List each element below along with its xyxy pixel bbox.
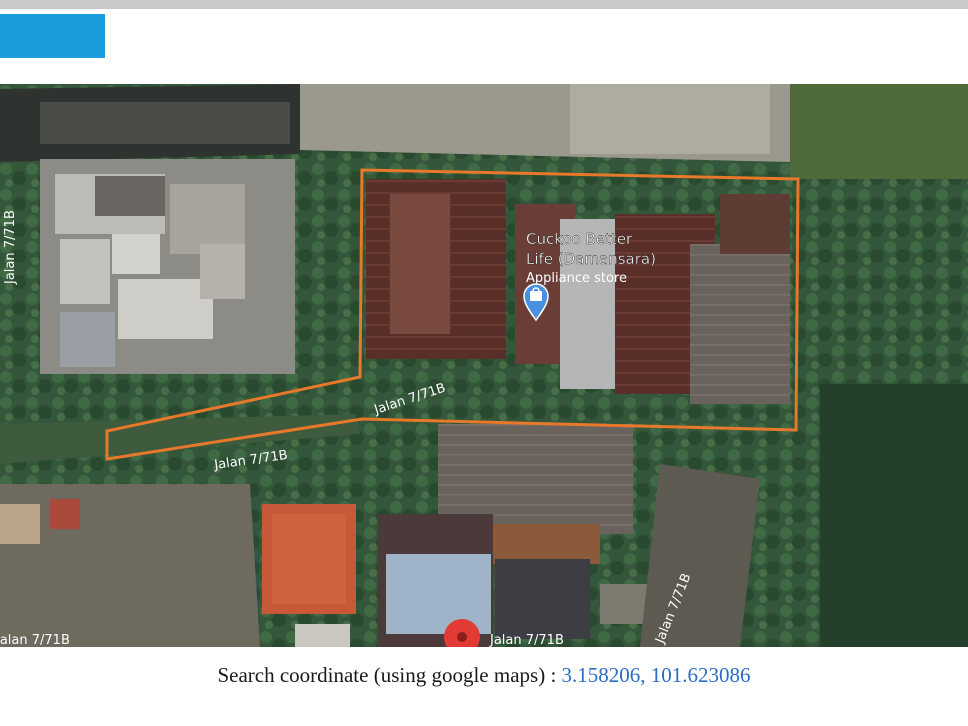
field	[790, 84, 968, 179]
road-surface	[40, 102, 290, 144]
coordinate-caption: Search coordinate (using google maps) : …	[0, 663, 968, 688]
place-name[interactable]: Cuckoo Better	[526, 230, 633, 248]
road-label: Jalan 7/71B	[3, 210, 18, 285]
side-road	[640, 464, 760, 647]
tab-button[interactable]	[0, 14, 105, 58]
concrete-yard-2	[570, 84, 770, 154]
factory-roof-4	[690, 244, 790, 404]
place-category: Appliance store	[526, 271, 627, 286]
blue-roof	[386, 554, 491, 634]
map-canvas: Jalan 7/71B Jalan 7/71B Jalan 7/71B Jala…	[0, 84, 968, 647]
coordinate-value: 3.158206, 101.623086	[561, 663, 751, 687]
road-label: Jalan 7/71B	[489, 633, 564, 647]
satellite-map[interactable]: Jalan 7/71B Jalan 7/71B Jalan 7/71B Jala…	[0, 84, 968, 647]
road-label: Jalan 7/71B	[0, 633, 70, 647]
place-name[interactable]: Life (Damansara)	[526, 250, 656, 268]
dense-trees	[820, 384, 968, 647]
caption-label: Search coordinate (using google maps) :	[217, 663, 562, 687]
shed-roof	[490, 524, 600, 564]
top-bar	[0, 0, 968, 9]
